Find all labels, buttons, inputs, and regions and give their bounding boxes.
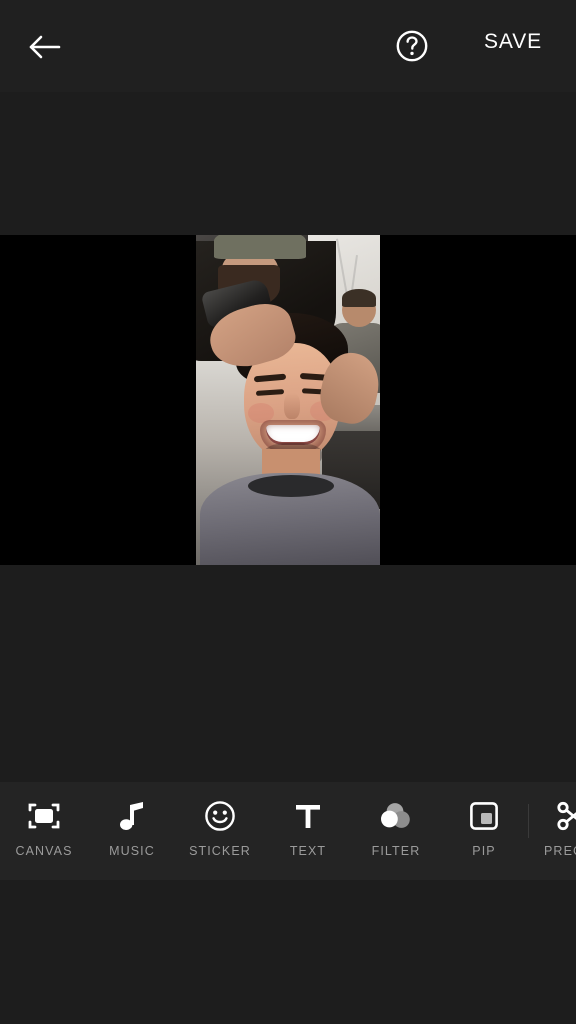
question-mark-circle-icon [396, 30, 428, 62]
video-editor-app: SAVE CANVAS MUSIC STICKER TEXT FILTER PI… [0, 0, 576, 1024]
arrow-left-icon [29, 35, 61, 59]
tool-strip[interactable]: CANVAS MUSIC STICKER TEXT FILTER PIP PRE [0, 782, 576, 880]
top-bar: SAVE [0, 0, 576, 92]
preview-barber-cap [214, 235, 306, 259]
preview-cape-collar [248, 475, 334, 497]
tool-pip[interactable]: PIP [440, 782, 528, 880]
video-frame[interactable] [196, 235, 380, 565]
back-button[interactable] [24, 26, 66, 68]
tool-filter[interactable]: FILTER [352, 782, 440, 880]
scissors-icon [553, 796, 576, 836]
canvas-crop-icon [24, 796, 64, 836]
tool-label: PRECUT [544, 844, 576, 858]
preview-background-person-hair [342, 289, 376, 307]
tool-label: MUSIC [109, 844, 155, 858]
video-preview-area[interactable] [0, 235, 576, 565]
tool-label: PIP [472, 844, 496, 858]
tool-label: TEXT [289, 844, 327, 858]
smiley-face-icon [200, 796, 240, 836]
tool-music[interactable]: MUSIC [88, 782, 176, 880]
tool-text[interactable]: TEXT [264, 782, 352, 880]
tool-canvas[interactable]: CANVAS [0, 782, 88, 880]
tool-label: STICKER [189, 844, 251, 858]
help-button[interactable] [392, 26, 432, 66]
tool-precut[interactable]: PRECUT [529, 782, 576, 880]
preview-client-nose [284, 393, 300, 419]
filter-circles-icon [376, 796, 416, 836]
text-t-icon [288, 796, 328, 836]
tool-label: FILTER [371, 844, 421, 858]
save-button[interactable]: SAVE [484, 30, 542, 54]
picture-in-picture-icon [464, 796, 504, 836]
timeline: 0:01.3 0:50.9 [0, 880, 576, 1024]
playback-control-row [0, 700, 576, 780]
tool-label: CANVAS [15, 844, 73, 858]
music-note-icon [112, 796, 152, 836]
tool-sticker[interactable]: STICKER [176, 782, 264, 880]
